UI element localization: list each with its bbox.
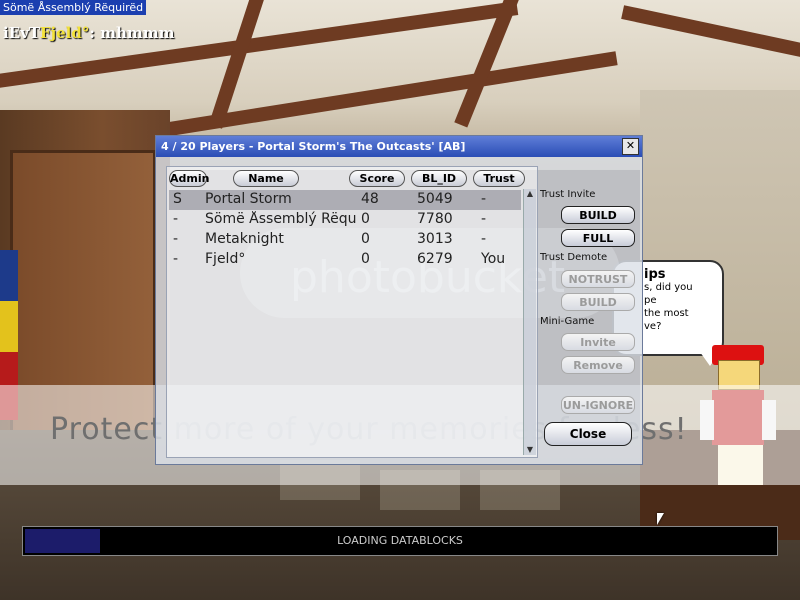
cell-trust: - [481,211,487,227]
column-header-blid[interactable]: BL_ID [411,170,467,187]
cell-score: 0 [361,251,370,267]
cell-score: 0 [361,211,370,227]
minigame-invite-button[interactable]: Invite [561,333,635,351]
tip-line: s, did you [644,282,693,293]
close-button[interactable]: Close [544,422,632,446]
cell-trust: You [481,251,506,267]
tip-line: pe [644,295,657,306]
cell-admin: - [173,211,179,227]
cell-score: 48 [361,191,379,207]
trust-invite-full-button[interactable]: FULL [561,229,635,247]
column-header-trust[interactable]: Trust [473,170,525,187]
column-header-score[interactable]: Score [349,170,405,187]
table-row[interactable]: S Portal Storm 48 5049 - [169,190,521,210]
notrust-button[interactable]: NOTRUST [561,270,635,288]
cell-admin: - [173,231,179,247]
cell-name: Fjeld° [205,251,246,267]
trust-invite-label: Trust Invite [540,189,596,200]
chat-message: iEvTFjeld°: mhmmm [3,24,174,42]
mouse-cursor-icon [657,513,664,525]
minigame-remove-button[interactable]: Remove [561,356,635,374]
trust-invite-build-button[interactable]: BUILD [561,206,635,224]
chat-name: Fjeld° [40,24,90,42]
tip-line: ve? [644,321,662,332]
column-header-admin[interactable]: Admin [169,170,209,187]
server-title: Sömë Åssemblý Rëquirëd [0,0,147,15]
cell-name: Portal Storm [205,191,292,207]
table-row[interactable]: - Metaknight 0 3013 - [169,230,521,250]
cell-blid: 6279 [417,251,453,267]
cell-blid: 3013 [417,231,453,247]
cell-trust: - [481,231,487,247]
minigame-label: Mini-Game [540,316,595,327]
cell-name: Metaknight [205,231,284,247]
chat-name-prefix: iEvT [3,24,41,42]
scroll-up-arrow-icon[interactable]: ▲ [524,189,536,199]
cell-admin: - [173,251,179,267]
tip-title: ips [644,267,666,282]
cell-trust: - [481,191,487,207]
trust-demote-build-button[interactable]: BUILD [561,293,635,311]
cell-admin: S [173,191,182,207]
dialog-title: 4 / 20 Players - Portal Storm's The Outc… [156,136,642,157]
cell-blid: 5049 [417,191,453,207]
player-list: Admin Name Score BL_ID Trust S Portal St… [166,166,538,458]
close-icon[interactable]: ✕ [622,138,639,155]
trust-demote-label: Trust Demote [540,252,608,263]
table-row[interactable]: - Sömë Åssemblý Rëqu 0 7780 - [169,210,521,230]
unignore-button[interactable]: UN-IGNORE [561,396,635,414]
list-scrollbar[interactable]: ▲ ▼ [523,189,536,455]
table-row[interactable]: - Fjeld° 0 6279 You [169,250,521,270]
cell-score: 0 [361,231,370,247]
loading-bar: LOADING DATABLOCKS [22,526,778,556]
scroll-down-arrow-icon[interactable]: ▼ [524,445,536,455]
players-dialog: 4 / 20 Players - Portal Storm's The Outc… [155,135,643,465]
cell-name: Sömë Åssemblý Rëqu [205,211,357,227]
chat-text: : mhmmm [89,24,175,42]
tip-line: the most [644,308,689,319]
loading-text: LOADING DATABLOCKS [337,534,463,547]
column-header-name[interactable]: Name [233,170,299,187]
cell-blid: 7780 [417,211,453,227]
